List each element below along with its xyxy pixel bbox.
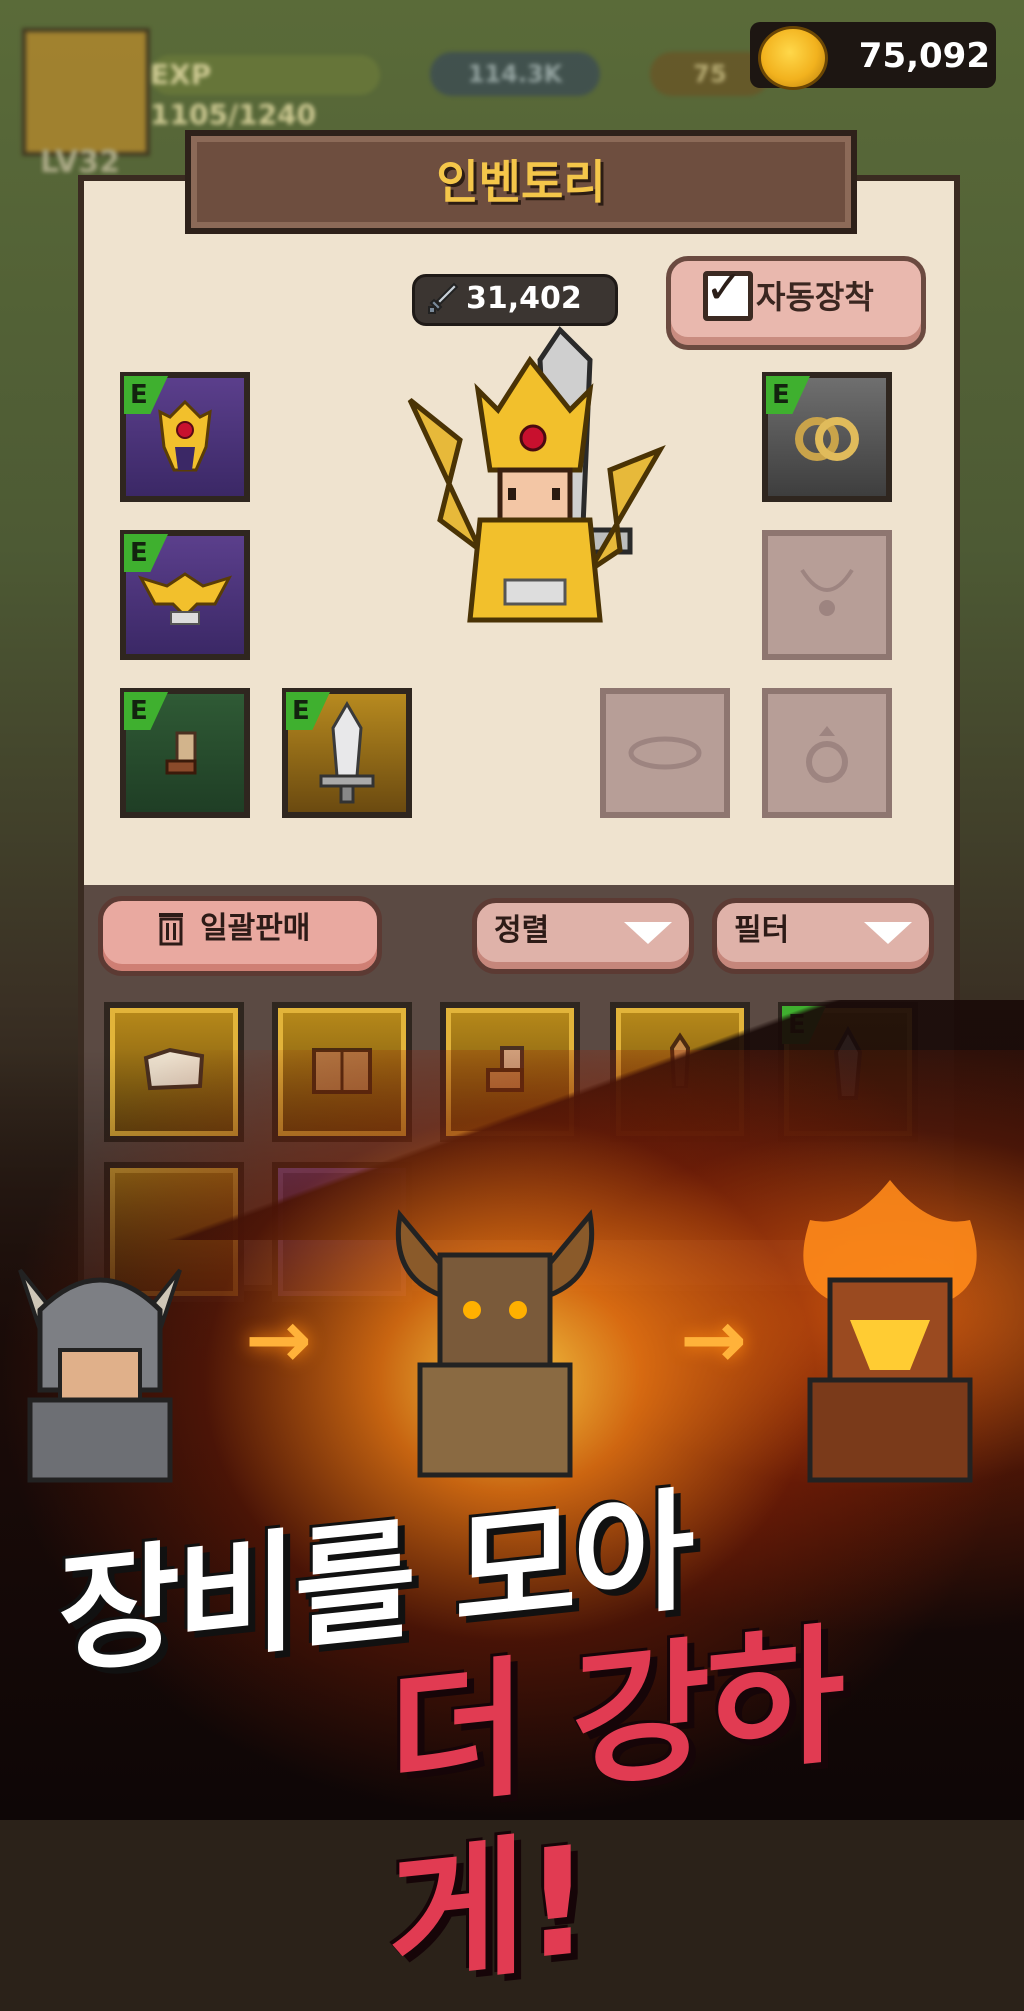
flame-demon-character: [803, 1180, 977, 1483]
combat-power-value: 31,402: [466, 281, 582, 316]
hero-character: [407, 326, 666, 623]
viking-warrior-character: [18, 1268, 182, 1483]
boots-icon: [165, 731, 197, 775]
empty-slot-belt[interactable]: [600, 688, 730, 818]
equip-slot-boots[interactable]: E: [120, 688, 250, 818]
player-avatar[interactable]: [22, 28, 150, 156]
arrow-right-icon: →: [680, 1293, 748, 1386]
inventory-title: 인벤토리: [436, 155, 606, 209]
chevron-down-icon: [864, 922, 912, 944]
ring-icon: [795, 417, 859, 461]
auto-equip-label: 자동장착: [756, 278, 874, 316]
gold-coin-icon: [758, 26, 828, 90]
equip-slot-helmet[interactable]: E: [120, 372, 250, 502]
silver-sword-icon: [319, 701, 375, 804]
ring-placeholder-icon: [806, 726, 848, 783]
chevron-down-icon: [624, 922, 672, 944]
equip-slot-armor[interactable]: E: [120, 530, 250, 660]
necklace-placeholder-icon: [800, 568, 854, 616]
gem-counter: 114.3K: [430, 52, 600, 96]
bulk-sell-label: 일괄판매: [200, 911, 311, 946]
trash-icon: [159, 913, 183, 946]
exp-value: 1105/1240: [150, 98, 317, 131]
golden-helmet-icon: [158, 399, 212, 472]
sort-label: 정렬: [494, 913, 550, 948]
golden-armor-icon: [137, 572, 233, 625]
bronze-warrior-character: [395, 1209, 595, 1478]
equip-slot-weapon[interactable]: E: [282, 688, 412, 818]
gold-amount: 75,092: [858, 36, 990, 76]
arrow-right-icon: →: [245, 1293, 313, 1386]
belt-placeholder-icon: [628, 736, 702, 770]
sword-icon: [428, 282, 459, 314]
empty-slot-necklace[interactable]: [762, 530, 892, 660]
exp-bar: EXP 1105/1240: [150, 55, 380, 131]
filter-label: 필터: [734, 913, 790, 948]
empty-slot-accessory[interactable]: [762, 688, 892, 818]
exp-label: EXP: [150, 58, 212, 91]
checkmark-icon: ✓: [705, 260, 744, 314]
equip-slot-ring[interactable]: E: [762, 372, 892, 502]
